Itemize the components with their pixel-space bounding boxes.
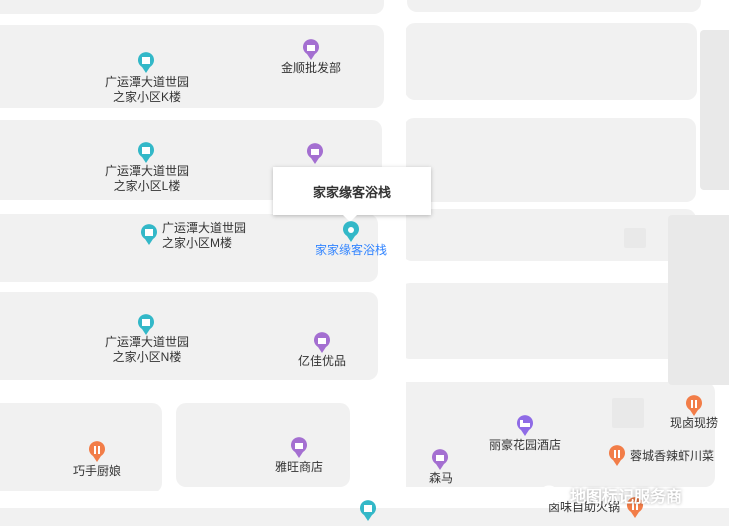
poi-label: 亿佳优品 xyxy=(297,354,347,368)
building-icon[interactable] xyxy=(359,500,377,522)
building-icon[interactable] xyxy=(137,142,155,164)
restaurant-icon[interactable] xyxy=(88,441,106,463)
city-block xyxy=(404,118,696,202)
map-canvas[interactable]: 广运潭大道世园 之家小区K楼 金顺批发部 广运潭大道世园 之家小区L楼 家家缘客… xyxy=(0,0,729,526)
city-block xyxy=(612,398,644,428)
city-block xyxy=(624,228,646,248)
city-block xyxy=(0,0,384,14)
restaurant-icon[interactable] xyxy=(608,445,626,467)
city-block xyxy=(400,283,696,359)
poi-label: 广运潭大道世园 之家小区K楼 xyxy=(104,75,190,104)
poi-label: 广运潭大道世园 之家小区M楼 xyxy=(162,221,247,250)
city-block xyxy=(402,209,696,261)
poi-label: 广运潭大道世园 之家小区L楼 xyxy=(104,164,190,193)
shop-icon[interactable] xyxy=(431,449,449,471)
building-icon[interactable] xyxy=(137,314,155,336)
poi-label: 巧手厨娘 xyxy=(72,464,122,478)
city-block xyxy=(405,23,697,100)
city-block xyxy=(668,215,729,385)
poi-label: 蓉城香辣虾川菜 xyxy=(630,449,715,463)
city-block xyxy=(407,0,701,12)
poi-label: 金顺批发部 xyxy=(280,61,342,75)
city-block xyxy=(176,403,350,487)
poi-label: 雅旺商店 xyxy=(274,460,324,474)
poi-label: 广运潭大道世园 之家小区N楼 xyxy=(104,335,190,364)
popup-callout[interactable]: 家家缘客浴栈 xyxy=(273,167,431,215)
poi-label: 丽豪花园酒店 xyxy=(488,438,562,452)
shop-icon[interactable] xyxy=(290,437,308,459)
watermark-text: 地图标记服务商 xyxy=(570,489,683,506)
wechat-icon xyxy=(540,485,564,503)
city-block xyxy=(700,30,729,190)
poi-label: 森马 xyxy=(428,471,454,485)
shop-icon[interactable] xyxy=(306,143,324,165)
hotel-icon[interactable] xyxy=(516,415,534,437)
location-pin-icon[interactable] xyxy=(342,221,360,243)
watermark: 地图标记服务商 xyxy=(540,484,682,506)
road-street xyxy=(384,0,406,490)
poi-label: 家家缘客浴栈 xyxy=(314,243,388,257)
shop-icon[interactable] xyxy=(313,332,331,354)
city-block xyxy=(0,403,162,493)
restaurant-icon[interactable] xyxy=(685,395,703,417)
building-icon[interactable] xyxy=(140,224,158,246)
shop-icon[interactable] xyxy=(302,39,320,61)
poi-label: 现卤现捞 xyxy=(669,416,719,430)
building-icon[interactable] xyxy=(137,52,155,74)
